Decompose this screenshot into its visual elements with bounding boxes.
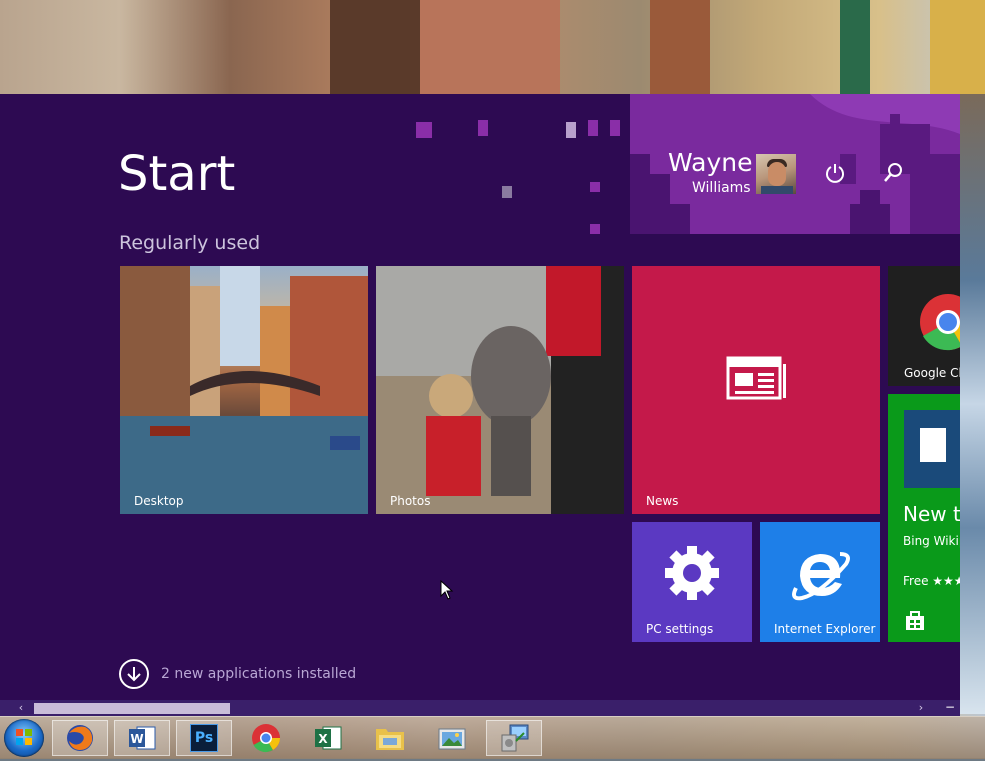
tile-photos[interactable]: Photos xyxy=(376,266,624,514)
wallpaper-water xyxy=(960,94,985,714)
word-icon: W xyxy=(129,726,156,750)
excel-icon: X xyxy=(315,726,342,750)
wallpaper-building xyxy=(330,0,420,94)
chrome-icon xyxy=(920,294,960,351)
taskbar-word[interactable]: W xyxy=(114,720,170,756)
ie-icon xyxy=(792,552,850,601)
photo-girl-reindeer-image xyxy=(376,266,624,514)
photoshop-icon: Ps xyxy=(190,724,218,752)
taskbar-photoshop[interactable]: Ps xyxy=(176,720,232,756)
start-title: Start xyxy=(118,146,236,202)
store-subtitle: Bing Wikip xyxy=(903,534,960,548)
folder-icon xyxy=(376,729,404,750)
scroll-left-arrow[interactable]: ‹ xyxy=(14,701,28,715)
svg-text:W: W xyxy=(130,732,143,746)
svg-text:X: X xyxy=(318,732,328,746)
tile-news[interactable]: News xyxy=(632,266,880,514)
windows-start-orb[interactable] xyxy=(4,719,44,757)
decoration-square xyxy=(416,122,432,138)
photoshop-icon-text: Ps xyxy=(194,730,214,746)
taskbar-setup[interactable] xyxy=(486,720,542,756)
gear-icon xyxy=(665,546,719,600)
wallpaper-building xyxy=(840,0,870,94)
tile-desktop[interactable]: Desktop xyxy=(120,266,368,514)
tile-label: Internet Explorer xyxy=(774,622,876,636)
tile-label: PC settings xyxy=(646,622,714,636)
power-button[interactable] xyxy=(820,158,850,188)
taskbar-firefox[interactable] xyxy=(52,720,108,756)
wallpaper-building xyxy=(930,0,985,94)
store-headline: New te xyxy=(903,502,960,526)
tile-label: News xyxy=(646,494,679,508)
avatar-face xyxy=(768,162,786,186)
start-screen: Start Regularly used Wayne Williams Desk… xyxy=(0,94,960,702)
taskbar-excel[interactable]: X xyxy=(300,720,356,756)
regularly-used-heading: Regularly used xyxy=(119,232,261,254)
new-apps-text: 2 new applications installed xyxy=(161,666,357,682)
book-image xyxy=(904,410,960,488)
decoration-square xyxy=(590,224,600,234)
new-apps-notification[interactable]: 2 new applications installed xyxy=(119,658,356,690)
user-last-name[interactable]: Williams xyxy=(692,180,751,196)
search-icon xyxy=(884,163,902,182)
tile-internet-explorer[interactable]: Internet Explorer xyxy=(760,522,880,642)
chrome-icon xyxy=(252,724,280,753)
avatar-shirt xyxy=(761,186,793,194)
decoration-square xyxy=(502,186,512,198)
decoration-square xyxy=(566,122,576,138)
wallpaper-building xyxy=(420,0,560,94)
photo-viewer-icon xyxy=(438,728,466,750)
tile-label: Google Ch xyxy=(904,366,960,380)
book-spines xyxy=(920,428,946,462)
newspaper-icon xyxy=(726,356,786,400)
tile-label: Photos xyxy=(390,494,431,508)
decoration-square xyxy=(478,120,488,136)
installer-icon xyxy=(501,724,529,752)
tile-pc-settings[interactable]: PC settings xyxy=(632,522,752,642)
avatar[interactable] xyxy=(756,154,796,194)
decoration-square xyxy=(590,182,600,192)
user-first-name[interactable]: Wayne xyxy=(668,148,752,177)
scroll-right-arrow[interactable]: › xyxy=(914,701,928,715)
mouse-cursor-icon xyxy=(440,580,454,600)
arrow-down-icon xyxy=(127,667,141,682)
tile-store[interactable]: New te Bing Wikip Free ★★★ xyxy=(888,394,960,642)
taskbar: W Ps X xyxy=(0,716,985,759)
store-icon xyxy=(906,611,924,630)
venice-canal-image xyxy=(120,266,368,514)
wallpaper-building xyxy=(650,0,710,94)
decoration-square xyxy=(588,120,598,136)
search-button[interactable] xyxy=(878,158,908,188)
decoration-square xyxy=(610,120,620,136)
semantic-zoom-button[interactable]: − xyxy=(940,700,960,716)
tile-label: Desktop xyxy=(134,494,184,508)
windows-logo-icon xyxy=(16,729,32,745)
taskbar-photo-viewer[interactable] xyxy=(424,720,480,756)
scrollbar-thumb[interactable] xyxy=(34,703,230,714)
taskbar-file-explorer[interactable] xyxy=(362,720,418,756)
horizontal-scrollbar[interactable]: ‹ › xyxy=(0,700,960,716)
store-price: Free ★★★ xyxy=(903,574,960,588)
tile-google-chrome[interactable]: Google Ch xyxy=(888,266,960,386)
power-icon xyxy=(826,164,844,183)
firefox-icon xyxy=(67,725,93,751)
arrow-down-circle-icon xyxy=(119,659,149,689)
taskbar-chrome[interactable] xyxy=(238,720,294,756)
